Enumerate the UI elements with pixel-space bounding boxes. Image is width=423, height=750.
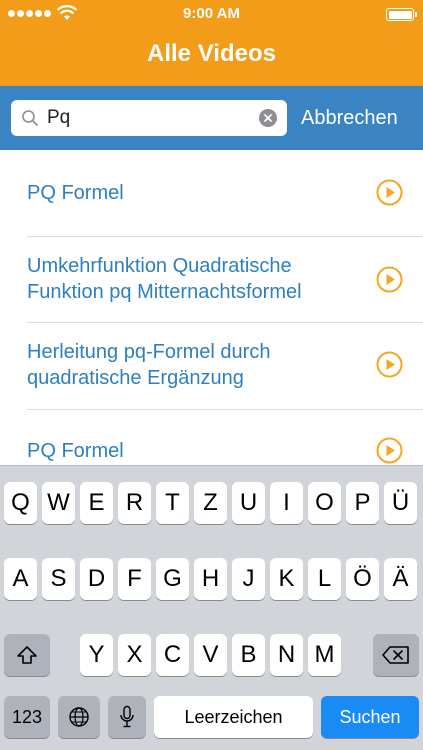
space-key[interactable]: Leerzeichen bbox=[154, 696, 313, 738]
play-icon[interactable] bbox=[376, 179, 403, 206]
key-l[interactable]: L bbox=[308, 558, 341, 600]
numbers-key[interactable]: 123 bbox=[4, 696, 50, 738]
key-oe[interactable]: Ö bbox=[346, 558, 379, 600]
key-y[interactable]: Y bbox=[80, 634, 113, 676]
key-e[interactable]: E bbox=[80, 482, 113, 524]
key-u[interactable]: U bbox=[232, 482, 265, 524]
list-item-title: Umkehrfunktion Quadratische Funktion pq … bbox=[27, 255, 302, 303]
on-screen-keyboard: Q W E R T Z U I O P Ü A S D F G H J K L … bbox=[0, 465, 423, 750]
key-c[interactable]: C bbox=[156, 634, 189, 676]
key-r[interactable]: R bbox=[118, 482, 151, 524]
list-item[interactable]: Umkehrfunktion Quadratische Funktion pq … bbox=[0, 237, 423, 322]
play-icon[interactable] bbox=[376, 437, 403, 464]
key-b[interactable]: B bbox=[232, 634, 265, 676]
play-icon[interactable] bbox=[376, 266, 403, 293]
backspace-key[interactable] bbox=[373, 634, 419, 676]
key-p[interactable]: P bbox=[346, 482, 379, 524]
page-title: Alle Videos bbox=[147, 40, 276, 67]
microphone-icon bbox=[120, 705, 134, 728]
key-t[interactable]: T bbox=[156, 482, 189, 524]
list-item-title: PQ Formel bbox=[27, 440, 124, 462]
globe-key[interactable] bbox=[58, 696, 100, 738]
key-h[interactable]: H bbox=[194, 558, 227, 600]
list-item-title: PQ Formel bbox=[27, 182, 124, 204]
list-item[interactable]: PQ Formel bbox=[0, 150, 423, 236]
key-o[interactable]: O bbox=[308, 482, 341, 524]
key-j[interactable]: J bbox=[232, 558, 265, 600]
key-k[interactable]: K bbox=[270, 558, 303, 600]
status-time: 9:00 AM bbox=[183, 5, 240, 22]
battery-icon bbox=[386, 8, 417, 21]
key-i[interactable]: I bbox=[270, 482, 303, 524]
key-m[interactable]: M bbox=[308, 634, 341, 676]
key-a[interactable]: A bbox=[4, 558, 37, 600]
search-go-key[interactable]: Suchen bbox=[321, 696, 419, 738]
key-z[interactable]: Z bbox=[194, 482, 227, 524]
play-icon[interactable] bbox=[376, 351, 403, 378]
backspace-icon bbox=[382, 646, 409, 664]
list-item[interactable]: PQ Formel bbox=[0, 410, 423, 465]
key-x[interactable]: X bbox=[118, 634, 151, 676]
microphone-key[interactable] bbox=[108, 696, 146, 738]
search-input[interactable] bbox=[47, 100, 247, 136]
status-bar: 9:00 AM bbox=[0, 0, 423, 28]
key-ue[interactable]: Ü bbox=[384, 482, 417, 524]
results-list: PQ Formel Umkehrfunktion Quadratische Fu… bbox=[0, 150, 423, 465]
key-n[interactable]: N bbox=[270, 634, 303, 676]
key-w[interactable]: W bbox=[42, 482, 75, 524]
key-d[interactable]: D bbox=[80, 558, 113, 600]
app-header: 9:00 AM Alle Videos bbox=[0, 0, 423, 86]
key-s[interactable]: S bbox=[42, 558, 75, 600]
key-v[interactable]: V bbox=[194, 634, 227, 676]
clear-search-icon[interactable] bbox=[259, 109, 277, 127]
key-q[interactable]: Q bbox=[4, 482, 37, 524]
shift-key[interactable] bbox=[4, 634, 50, 676]
cancel-button[interactable]: Abbrechen bbox=[301, 86, 398, 150]
key-g[interactable]: G bbox=[156, 558, 189, 600]
shift-icon bbox=[17, 646, 37, 664]
key-ae[interactable]: Ä bbox=[384, 558, 417, 600]
globe-icon bbox=[69, 707, 89, 727]
search-icon bbox=[22, 110, 38, 126]
key-f[interactable]: F bbox=[118, 558, 151, 600]
list-item-title: Herleitung pq-Formel durch quadratische … bbox=[27, 341, 271, 389]
list-item[interactable]: Herleitung pq-Formel durch quadratische … bbox=[0, 323, 423, 409]
search-field[interactable] bbox=[11, 100, 287, 136]
